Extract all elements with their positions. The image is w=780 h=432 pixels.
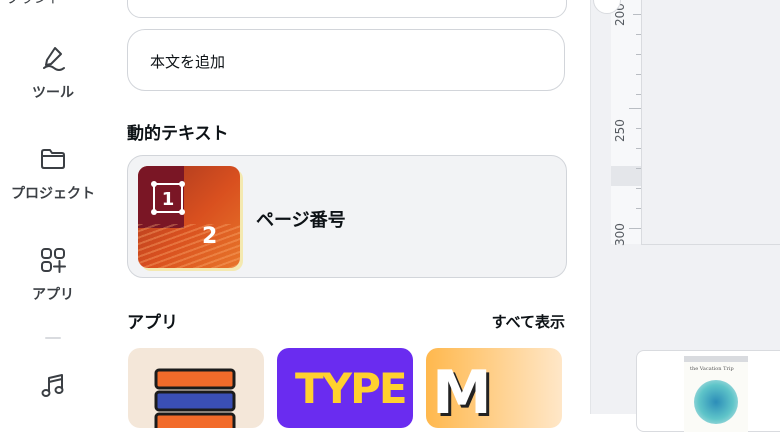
page-thumbnail-title: the Vacation Trip xyxy=(690,366,734,372)
page-number-card[interactable]: 1 2 ページ番号 xyxy=(127,155,567,278)
ruler-tick xyxy=(636,74,641,75)
app-tile-type[interactable]: TYPE xyxy=(277,348,413,428)
rail-item-brand-label[interactable]: ブランド xyxy=(6,0,62,8)
dynamic-text-heading: 動的テキスト xyxy=(127,124,229,144)
rail-divider xyxy=(45,337,61,339)
page-thumbnail-preview: the Vacation Trip xyxy=(684,356,748,432)
apps-heading: アプリ xyxy=(127,313,178,333)
music-note-icon xyxy=(41,374,64,397)
see-all-apps-link[interactable]: すべて表示 xyxy=(492,311,565,332)
ruler-tick xyxy=(636,54,641,55)
stacked-shapes-graphic xyxy=(154,368,236,428)
rail-item-audio[interactable] xyxy=(0,372,106,400)
add-body-text-button[interactable]: 本文を追加 xyxy=(127,29,565,91)
page-number-label: ページ番号 xyxy=(256,210,346,231)
rail-item-apps[interactable]: アプリ xyxy=(0,246,106,304)
rail-item-projects[interactable]: プロジェクト xyxy=(0,145,106,203)
add-subheading-button[interactable] xyxy=(127,0,567,18)
page-thumbnail-photo xyxy=(694,380,738,424)
ruler-tick xyxy=(636,128,641,129)
elements-panel: 本文を追加 動的テキスト 1 2 ページ番号 アプリ すべて表示 TYPE M xyxy=(106,0,590,428)
draw-tool-icon xyxy=(43,47,65,71)
ruler-tick xyxy=(636,34,641,35)
ruler-tick xyxy=(636,188,641,189)
ruler-highlight xyxy=(611,166,641,186)
ruler-label-250: 250 xyxy=(613,119,627,142)
type-app-wordmark: TYPE xyxy=(295,364,408,413)
ruler-label-300: 300 xyxy=(613,223,627,246)
add-body-text-label: 本文を追加 xyxy=(150,53,226,71)
ruler-tick xyxy=(636,148,641,149)
ruler-tick xyxy=(629,228,641,229)
rail-item-apps-label: アプリ xyxy=(32,287,74,303)
apps-grid-icon xyxy=(41,248,66,273)
page-number-thumbnail: 1 2 xyxy=(138,166,240,268)
editor-canvas[interactable]: 200 250 300 the Vacation Trip xyxy=(591,0,780,432)
left-rail: ブランド ツール プロジェクト アプリ xyxy=(0,0,106,414)
thumb-wave-pattern xyxy=(138,224,240,268)
folder-icon xyxy=(41,149,65,169)
rail-item-tools[interactable]: ツール xyxy=(0,44,106,102)
ruler-tick xyxy=(636,208,641,209)
ruler-tick xyxy=(636,168,641,169)
ruler-tick xyxy=(629,108,641,109)
page-thumbnail[interactable]: the Vacation Trip xyxy=(636,350,780,432)
ruler-tick xyxy=(633,14,641,15)
canvas-edge-line xyxy=(641,244,780,245)
app-tile-m[interactable]: M xyxy=(426,348,562,428)
rail-item-projects-label: プロジェクト xyxy=(11,186,95,202)
ruler-tick xyxy=(636,94,641,95)
vertical-ruler: 200 250 300 xyxy=(611,0,642,246)
rail-item-tools-label: ツール xyxy=(32,85,74,101)
app-tile-stacked[interactable] xyxy=(128,348,264,428)
m-app-wordmark: M xyxy=(432,358,492,428)
thumb-number-1: 1 xyxy=(162,189,175,210)
text-box-frame-icon: 1 xyxy=(151,181,185,215)
thumb-number-2: 2 xyxy=(202,224,218,249)
